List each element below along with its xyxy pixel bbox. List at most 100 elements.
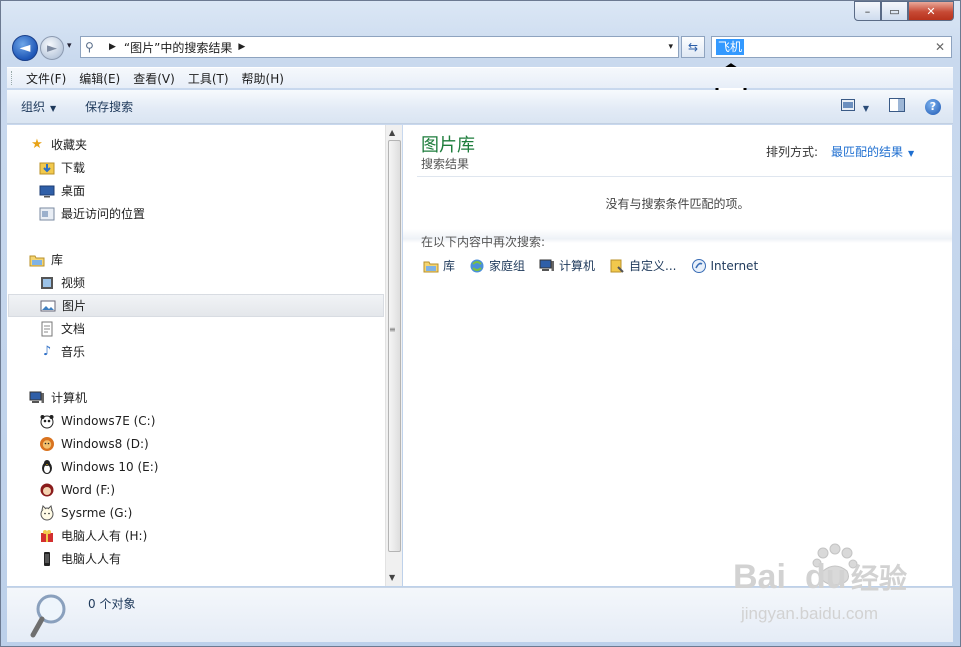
minimize-button[interactable]: – [854, 1, 881, 21]
nav-item-label: 电脑人人有 (H:) [61, 529, 148, 543]
breadcrumb-separator[interactable]: ▶ [109, 42, 116, 52]
nav-item-device[interactable]: 电脑人人有 [7, 547, 385, 570]
address-bar[interactable]: ⚲ ▶ “图片”中的搜索结果 ▶ ▾ [80, 36, 679, 58]
lion-drive-icon [39, 436, 55, 452]
chevron-down-icon: ▼ [50, 104, 57, 113]
nav-item-drive-c[interactable]: Windows7E (C:) [7, 409, 385, 432]
nav-item-documents[interactable]: 文档 [7, 317, 385, 340]
search-again-label: 在以下内容中再次搜索: [421, 235, 546, 249]
nav-item-pictures[interactable]: 图片 [8, 294, 384, 317]
recent-pages-dropdown[interactable]: ▾ [67, 41, 72, 51]
toolbar-right: ▼ ? [841, 98, 941, 115]
nav-scrollbar[interactable]: ▲ ≡ ▼ [385, 125, 402, 586]
scroll-up-arrow[interactable]: ▲ [389, 128, 395, 137]
sort-value-label: 最匹配的结果 [831, 145, 904, 159]
search-box[interactable]: 飞机 ✕ [711, 36, 952, 58]
nav-libraries-label: 库 [51, 253, 64, 267]
command-bar: 组织 ▼ 保存搜索 ▼ ? [7, 90, 953, 124]
search-again-custom[interactable]: 自定义... [609, 257, 677, 274]
scroll-grip-icon: ≡ [389, 325, 396, 334]
nav-item-label: Word (F:) [61, 482, 116, 497]
computer-icon [29, 390, 45, 406]
nav-item-drive-h[interactable]: 电脑人人有 (H:) [7, 524, 385, 547]
search-again-computer[interactable]: 计算机 [539, 257, 595, 274]
refresh-button[interactable]: ⇆ [681, 36, 705, 58]
search-query[interactable]: 飞机 [716, 39, 745, 55]
nav-item-drive-g[interactable]: Sysrme (G:) [7, 501, 385, 524]
nav-item-label: 文档 [61, 322, 86, 336]
search-icon: ⚲ [85, 40, 94, 54]
nav-favorites[interactable]: ★ 收藏夹 [7, 133, 385, 156]
close-button[interactable]: ✕ [908, 1, 954, 21]
nav-libraries[interactable]: 库 [7, 248, 385, 271]
nav-item-drive-d[interactable]: Windows8 (D:) [7, 432, 385, 455]
libraries-group: 库 视频 图片 文档 ♪ 音乐 [7, 248, 385, 363]
menu-tools[interactable]: 工具(T) [182, 70, 236, 87]
nav-item-recent-places[interactable]: 最近访问的位置 [7, 202, 385, 225]
nav-item-label: 音乐 [61, 345, 86, 359]
nav-item-label: 视频 [61, 276, 86, 290]
nav-item-downloads[interactable]: 下载 [7, 156, 385, 179]
computer-group: 计算机 Windows7E (C:) Windows8 (D:) Windows… [7, 386, 385, 570]
library-icon [29, 252, 45, 268]
nav-item-label: Sysrme (G:) [61, 505, 133, 520]
search-again-libraries[interactable]: 库 [423, 257, 455, 274]
clear-search-button[interactable]: ✕ [935, 40, 945, 54]
sort-label: 排列方式: [766, 145, 819, 159]
search-again-internet[interactable]: Internet [691, 257, 759, 274]
target-label: Internet [710, 258, 759, 273]
favorites-group: ★ 收藏夹 下载 桌面 最近访问的位置 [7, 133, 385, 225]
target-label: 计算机 [559, 259, 596, 273]
nav-item-drive-f[interactable]: Word (F:) [7, 478, 385, 501]
phone-icon [39, 551, 55, 567]
nav-favorites-label: 收藏夹 [51, 138, 88, 152]
custom-folder-icon [609, 258, 625, 274]
breadcrumb-search-results[interactable]: “图片”中的搜索结果 [124, 39, 232, 56]
search-again-homegroup[interactable]: 家庭组 [469, 257, 525, 274]
caption-buttons: – ▭ ✕ [854, 1, 954, 21]
chevron-down-icon: ▼ [862, 104, 869, 113]
library-title: 图片库 [421, 135, 475, 156]
address-dropdown[interactable]: ▾ [668, 42, 673, 52]
nav-item-music[interactable]: ♪ 音乐 [7, 340, 385, 363]
divider [417, 176, 952, 177]
menu-help[interactable]: 帮助(H) [236, 70, 291, 87]
penguin-drive-icon [39, 459, 55, 475]
search-again-targets: 库 家庭组 计算机 自定义... Internet [423, 257, 758, 274]
preview-pane-button[interactable] [889, 98, 905, 115]
maximize-button[interactable]: ▭ [881, 1, 908, 21]
desktop-icon [39, 183, 55, 199]
menu-file[interactable]: 文件(F) [20, 70, 73, 87]
organize-button[interactable]: 组织 ▼ [7, 98, 71, 115]
nav-item-label: 电脑人人有 [61, 552, 122, 566]
video-icon [39, 275, 55, 291]
sort-by-dropdown[interactable]: 最匹配的结果 ▼ [831, 143, 914, 160]
explorer-window: – ▭ ✕ ◄ ► ▾ ⚲ ▶ “图片”中的搜索结果 ▶ ▾ ⇆ 飞机 ✕ 文件… [0, 0, 961, 647]
panda-drive-icon [39, 413, 55, 429]
nav-item-videos[interactable]: 视频 [7, 271, 385, 294]
save-search-button[interactable]: 保存搜索 [71, 98, 148, 115]
change-view-button[interactable]: ▼ [841, 99, 869, 114]
library-icon [423, 258, 439, 274]
nav-item-desktop[interactable]: 桌面 [7, 179, 385, 202]
help-icon[interactable]: ? [925, 98, 941, 115]
nav-item-label: 桌面 [61, 184, 86, 198]
scroll-down-arrow[interactable]: ▼ [389, 573, 395, 582]
menu-edit[interactable]: 编辑(E) [73, 70, 127, 87]
organize-label: 组织 [21, 100, 46, 114]
scroll-thumb[interactable] [388, 140, 401, 552]
nav-computer[interactable]: 计算机 [7, 386, 385, 409]
target-label: 库 [443, 259, 456, 273]
preview-pane-icon [889, 98, 905, 112]
menu-view[interactable]: 查看(V) [127, 70, 182, 87]
document-icon [39, 321, 55, 337]
nav-item-label: 最近访问的位置 [61, 207, 146, 221]
nav-item-label: 下载 [61, 161, 86, 175]
target-label: 家庭组 [489, 259, 526, 273]
character-drive-icon [39, 482, 55, 498]
nav-item-drive-e[interactable]: Windows 10 (E:) [7, 455, 385, 478]
breadcrumb-separator[interactable]: ▶ [238, 42, 245, 52]
item-count: 0 个对象 [88, 597, 136, 611]
back-button[interactable]: ◄ [12, 35, 38, 61]
forward-button[interactable]: ► [40, 36, 64, 60]
